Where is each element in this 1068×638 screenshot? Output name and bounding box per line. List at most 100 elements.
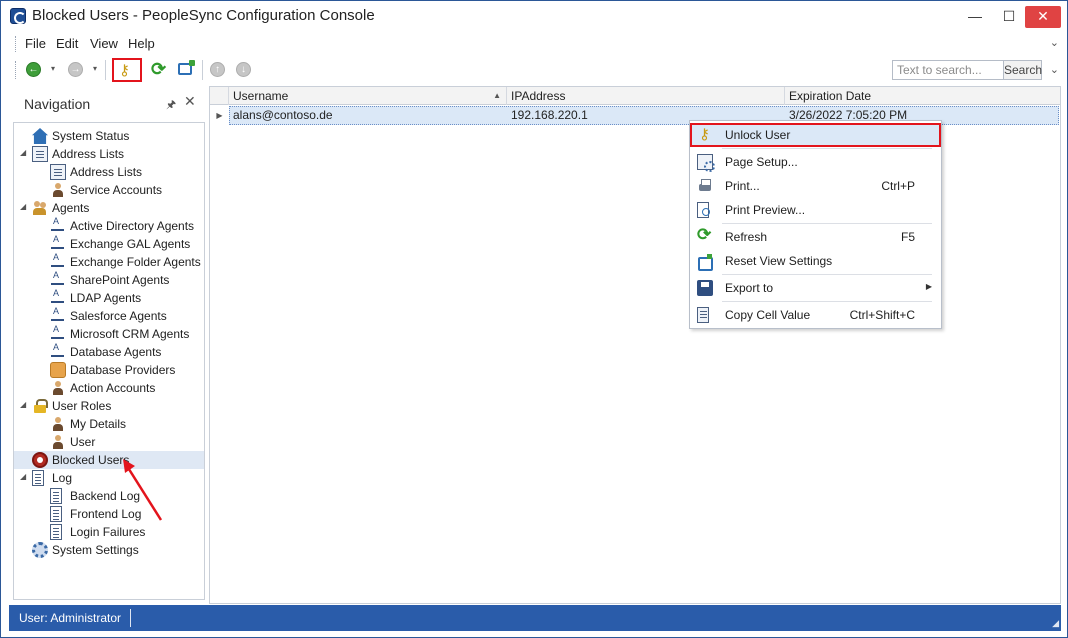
context-menu-label: Print... [725,179,760,193]
pin-icon[interactable]: 🖈 [166,96,176,115]
tree-item[interactable]: Blocked Users [14,451,204,469]
back-button[interactable]: ← [23,60,45,80]
tree-item[interactable]: SharePoint Agents [14,270,204,289]
cell-username[interactable]: alans@contoso.de [233,108,333,122]
column-header-username[interactable]: Username ▲ [229,87,507,105]
move-down-button[interactable]: ↓ [233,60,255,80]
reset-view-toolbar-button[interactable] [175,60,197,80]
menu-bar: File Edit View Help ⌄ [9,33,1061,55]
search-button[interactable]: Search [1003,60,1042,80]
menu-separator [722,148,932,149]
agent-icon [50,342,66,360]
tree-item[interactable]: Microsoft CRM Agents [14,324,204,343]
title-bar: Blocked Users - PeopleSync Configuration… [1,1,1067,33]
tree-item-label: Exchange Folder Agents [70,255,201,269]
group-icon [32,200,48,216]
reset-view-icon [178,60,195,75]
tree-item[interactable]: Salesforce Agents [14,306,204,325]
context-menu-item[interactable]: Page Setup... [690,150,941,174]
context-menu-item[interactable]: Print... Ctrl+P [690,174,941,198]
agent-icon [50,270,66,288]
minimize-button[interactable]: — [959,6,991,28]
refresh-icon: ⟳ [151,59,167,79]
tree-item-label: Active Directory Agents [70,219,195,233]
database-icon [50,362,66,378]
tree-item-label: Microsoft CRM Agents [70,327,190,341]
grid-header: Username ▲ IPAddress Expiration Date [210,87,1060,105]
menu-help[interactable]: Help [128,36,155,51]
menu-view[interactable]: View [90,36,118,51]
app-window: Blocked Users - PeopleSync Configuration… [0,0,1068,638]
status-user: User: Administrator [19,611,122,625]
unlock-user-toolbar-button[interactable]: ⚷ [112,58,142,82]
tree-item[interactable]: ◢ Log [14,469,204,487]
toolbar-separator [105,60,106,80]
close-button[interactable]: ✕ [1025,6,1061,28]
context-menu-item[interactable]: Print Preview... [690,198,941,222]
tree-item[interactable]: ◢ Agents [14,199,204,217]
tree-item[interactable]: Service Accounts [14,181,204,199]
column-header-ipaddress[interactable]: IPAddress [507,87,785,105]
context-menu-item[interactable]: Export to ▶ [690,276,941,300]
agent-icon [50,252,66,270]
tree-item-label: Database Agents [70,345,162,359]
tree-item-label: Address Lists [70,165,143,179]
tree-item[interactable]: Frontend Log [14,505,204,523]
tree-item[interactable]: Address Lists [14,163,204,181]
person-icon [50,416,66,432]
forward-button[interactable]: → [65,60,87,80]
tree-item[interactable]: Exchange Folder Agents [14,252,204,271]
search-input[interactable] [892,60,1004,80]
tree-expander-icon[interactable]: ◢ [20,400,30,409]
sort-ascending-icon: ▲ [493,91,501,100]
tree-item[interactable]: System Status [14,127,204,145]
forward-dropdown-icon[interactable]: ▾ [93,64,97,73]
tree-item[interactable]: ◢ User Roles [14,397,204,415]
menu-edit[interactable]: Edit [56,36,78,51]
context-menu-item[interactable]: Copy Cell Value Ctrl+Shift+C [690,303,941,327]
tree-item-label: Salesforce Agents [70,309,167,323]
refresh-toolbar-button[interactable]: ⟳ [149,59,171,80]
copy-icon [697,307,709,323]
context-menu-item[interactable]: Reset View Settings [690,249,941,273]
tree-item[interactable]: System Settings [14,541,204,559]
back-arrow-icon: ← [26,62,41,77]
context-menu-label: Refresh [725,230,768,244]
status-bar: User: Administrator ◢ [9,605,1061,631]
menu-file[interactable]: File [25,36,46,51]
tree-item[interactable]: Exchange GAL Agents [14,234,204,253]
page-icon [50,524,62,540]
maximize-button[interactable]: ☐ [993,6,1025,28]
tree-item-label: Agents [52,201,90,215]
tree-expander-icon[interactable]: ◢ [20,202,30,211]
tree-item[interactable]: Backend Log [14,487,204,505]
tree-item[interactable]: Action Accounts [14,379,204,397]
tree-item[interactable]: User [14,433,204,451]
tree-item[interactable]: Active Directory Agents [14,216,204,235]
move-up-button[interactable]: ↑ [207,60,229,80]
context-menu-item[interactable]: Refresh F5 [690,225,941,249]
navigation-close-icon[interactable]: ✕ [184,93,196,110]
tree-expander-icon[interactable]: ◢ [20,472,30,481]
tree-item[interactable]: Database Agents [14,342,204,361]
column-header-expiration-date[interactable]: Expiration Date [785,87,1060,105]
tree-item[interactable]: LDAP Agents [14,288,204,307]
tree-item-label: Blocked Users [52,453,130,467]
tree-expander-icon[interactable]: ◢ [20,148,30,157]
toolbar-separator [202,60,203,80]
tree-item[interactable]: ◢ Address Lists [14,145,204,163]
toolbar-grip [15,61,18,79]
row-indicator-header [210,87,229,105]
resize-grip-icon[interactable]: ◢ [1052,618,1059,629]
tree-item[interactable]: My Details [14,415,204,433]
menu-separator [722,274,932,275]
menu-overflow-icon[interactable]: ⌄ [1050,36,1059,49]
context-menu-item[interactable]: Unlock User [690,123,941,147]
cell-ipaddress[interactable]: 192.168.220.1 [511,108,588,122]
toolbar-overflow-icon[interactable]: ⌄ [1050,63,1059,76]
tree-item-label: Address Lists [52,147,125,161]
tree-item[interactable]: Login Failures [14,523,204,541]
back-dropdown-icon[interactable]: ▾ [51,64,55,73]
tree-item[interactable]: Database Providers [14,361,204,379]
tree-item-label: Service Accounts [70,183,163,197]
